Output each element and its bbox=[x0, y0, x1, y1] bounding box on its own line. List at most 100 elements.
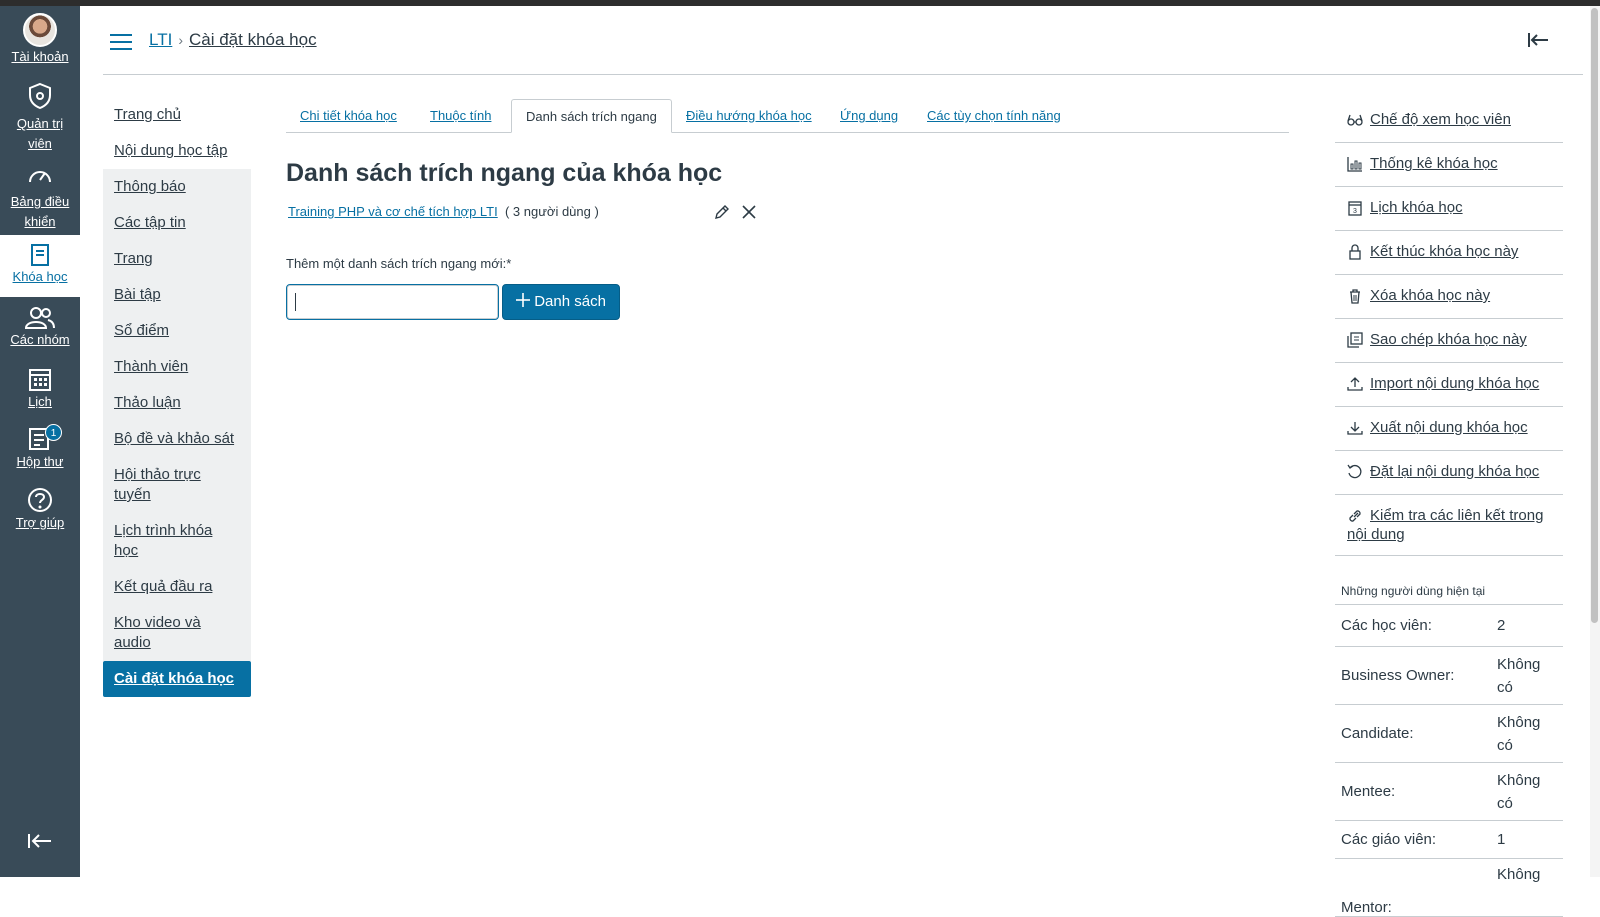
course-nav-settings[interactable]: Cài đặt khóa học bbox=[103, 661, 251, 697]
add-section-button[interactable]: Danh sách bbox=[502, 284, 620, 320]
add-section-label: Thêm một danh sách trích ngang mới:* bbox=[286, 256, 512, 271]
collapse-nav-icon bbox=[28, 834, 51, 848]
copy-course-label: Sao chép khóa học này bbox=[1370, 331, 1527, 348]
help-icon bbox=[28, 488, 52, 512]
user-count-row: Các giáo viên: 1 bbox=[1335, 821, 1563, 859]
trash-icon bbox=[1350, 289, 1360, 304]
course-nav-assignments[interactable]: Bài tập bbox=[103, 277, 251, 313]
reset-content-label: Đặt lại nội dung khóa học bbox=[1370, 463, 1540, 480]
edit-pencil-icon[interactable] bbox=[713, 203, 731, 221]
breadcrumb-separator-icon: › bbox=[178, 32, 183, 48]
course-nav-pages[interactable]: Trang bbox=[103, 241, 251, 277]
course-nav-modules[interactable]: Nội dung học tập bbox=[103, 133, 251, 169]
tab-navigation[interactable]: Điều hướng khóa học bbox=[672, 99, 826, 133]
breadcrumb-current[interactable]: Cài đặt khóa học bbox=[189, 30, 317, 49]
delete-course-button[interactable]: Xóa khóa học này bbox=[1335, 275, 1563, 319]
section-row: Training PHP và cơ chế tích hợp LTI ( 3 … bbox=[288, 204, 599, 219]
add-section-input[interactable] bbox=[286, 284, 499, 320]
import-content-link[interactable]: Import nội dung khóa học bbox=[1335, 363, 1563, 407]
nav-help-label: Trợ giúp bbox=[15, 515, 65, 530]
course-nav-discussions[interactable]: Thảo luận bbox=[103, 385, 251, 421]
bar-chart-icon bbox=[1347, 157, 1362, 172]
conclude-course-label: Kết thúc khóa học này bbox=[1370, 243, 1519, 260]
course-nav-quizzes[interactable]: Bộ đề và khảo sát bbox=[103, 421, 251, 457]
calendar-icon: 3 bbox=[1348, 201, 1362, 216]
nav-inbox[interactable]: 1 Hộp thư bbox=[0, 424, 80, 472]
nav-groups[interactable]: Các nhóm bbox=[0, 306, 80, 350]
global-nav: Tài khoản Quản trị viên Bảng điều khiển … bbox=[0, 6, 80, 877]
collapse-sidebar-icon[interactable] bbox=[1527, 32, 1549, 48]
user-role: Mentor: bbox=[1341, 899, 1392, 916]
user-count-row: Mentor: Không bbox=[1335, 859, 1563, 917]
course-stats-link[interactable]: Thống kê khóa học bbox=[1335, 143, 1563, 187]
user-count-row: Business Owner: Không có bbox=[1335, 647, 1563, 705]
lock-icon bbox=[1349, 244, 1361, 260]
user-count: 2 bbox=[1497, 617, 1506, 634]
course-nav-outcomes[interactable]: Kết quả đầu ra bbox=[103, 569, 251, 605]
course-nav-people[interactable]: Thành viên bbox=[103, 349, 251, 385]
shield-icon bbox=[29, 82, 51, 110]
nav-groups-label: Các nhóm bbox=[10, 332, 70, 347]
upload-icon bbox=[1347, 377, 1363, 391]
user-role: Candidate: bbox=[1341, 725, 1414, 742]
tab-course-details[interactable]: Chi tiết khóa học bbox=[286, 99, 411, 133]
page-scrollbar-thumb[interactable] bbox=[1591, 8, 1598, 623]
course-nav-files[interactable]: Các tập tin bbox=[103, 205, 251, 241]
course-nav-syllabus[interactable]: Lịch trình khóa học bbox=[103, 513, 251, 569]
course-nav: Trang chủ Nội dung học tập Thông báo Các… bbox=[103, 97, 251, 697]
user-role: Các học viên: bbox=[1341, 617, 1432, 634]
nav-courses[interactable]: Khóa học bbox=[0, 235, 80, 297]
validate-links-link[interactable]: Kiểm tra các liên kết trong nội dung bbox=[1335, 495, 1563, 556]
tab-sections[interactable]: Danh sách trích ngang bbox=[511, 99, 672, 133]
delete-x-icon[interactable] bbox=[740, 203, 758, 221]
nav-admin[interactable]: Quản trị viên bbox=[0, 82, 80, 154]
hamburger-icon[interactable] bbox=[109, 32, 133, 52]
export-content-label: Xuất nội dung khóa học bbox=[1370, 419, 1528, 436]
inbox-badge: 1 bbox=[45, 424, 62, 441]
nav-courses-label: Khóa học bbox=[12, 269, 68, 284]
course-calendar-label: Lịch khóa học bbox=[1370, 199, 1463, 216]
nav-account[interactable]: Tài khoản bbox=[0, 13, 80, 67]
nav-account-label: Tài khoản bbox=[11, 49, 69, 64]
user-count-row: Các học viên: 2 bbox=[1335, 605, 1563, 647]
course-nav-home[interactable]: Trang chủ bbox=[103, 97, 251, 133]
tab-feature-options[interactable]: Các tùy chọn tính năng bbox=[913, 99, 1075, 133]
breadcrumb-root-link[interactable]: LTI bbox=[149, 30, 172, 49]
tab-properties[interactable]: Thuộc tính bbox=[416, 99, 505, 133]
course-nav-media[interactable]: Kho video và audio bbox=[103, 605, 251, 661]
export-content-link[interactable]: Xuất nội dung khóa học bbox=[1335, 407, 1563, 451]
plus-icon bbox=[516, 293, 531, 307]
course-calendar-link[interactable]: 3 Lịch khóa học bbox=[1335, 187, 1563, 231]
section-link[interactable]: Training PHP và cơ chế tích hợp LTI bbox=[288, 204, 498, 219]
reset-icon bbox=[1347, 464, 1362, 479]
conclude-course-button[interactable]: Kết thúc khóa học này bbox=[1335, 231, 1563, 275]
course-nav-grades[interactable]: Sổ điểm bbox=[103, 313, 251, 349]
user-count-row: Mentee: Không có bbox=[1335, 763, 1563, 821]
course-nav-announcements[interactable]: Thông báo bbox=[103, 169, 251, 205]
avatar bbox=[23, 13, 57, 47]
nav-dashboard[interactable]: Bảng điều khiển bbox=[0, 164, 80, 232]
link-icon bbox=[1349, 510, 1361, 522]
breadcrumb: LTI › Cài đặt khóa học bbox=[149, 30, 317, 50]
page-header: LTI › Cài đặt khóa học bbox=[103, 6, 1583, 75]
calendar-icon bbox=[29, 369, 51, 391]
copy-course-button[interactable]: Sao chép khóa học này bbox=[1335, 319, 1563, 363]
import-content-label: Import nội dung khóa học bbox=[1370, 375, 1540, 392]
reset-content-button[interactable]: Đặt lại nội dung khóa học bbox=[1335, 451, 1563, 495]
section-count: ( 3 người dùng ) bbox=[504, 204, 599, 219]
text-caret bbox=[295, 293, 296, 311]
nav-help[interactable]: Trợ giúp bbox=[0, 487, 80, 533]
course-nav-conferences[interactable]: Hội thảo trực tuyến bbox=[103, 457, 251, 513]
nav-calendar-label: Lịch bbox=[28, 394, 52, 409]
nav-calendar[interactable]: Lịch bbox=[0, 366, 80, 412]
current-users-heading: Những người dùng hiện tại bbox=[1335, 556, 1563, 605]
user-count-row: Candidate: Không có bbox=[1335, 705, 1563, 763]
user-role: Business Owner: bbox=[1341, 667, 1455, 684]
download-icon bbox=[1347, 422, 1363, 435]
student-view-button[interactable]: Chế độ xem học viên bbox=[1335, 99, 1563, 143]
right-sidebar: Chế độ xem học viên Thống kê khóa học 3 … bbox=[1335, 99, 1563, 917]
nav-collapse[interactable] bbox=[0, 832, 80, 850]
tab-apps[interactable]: Ứng dụng bbox=[826, 99, 912, 133]
course-stats-label: Thống kê khóa học bbox=[1370, 155, 1498, 172]
users-icon bbox=[24, 307, 55, 329]
